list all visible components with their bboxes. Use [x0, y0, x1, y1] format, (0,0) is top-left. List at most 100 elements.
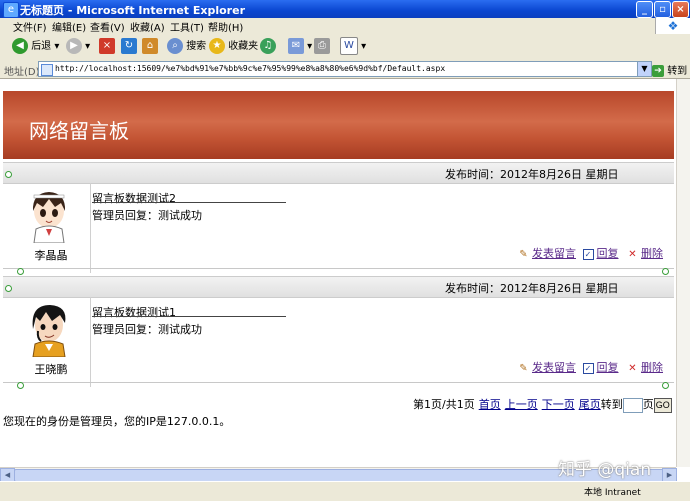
title-divider [92, 316, 286, 317]
message-body: 王晓鹏 留言板数据测试1 管理员回复：测试成功 ✎ 发表留言 ✓ 回复 ✕ 删除 [12, 297, 671, 387]
author-name: 王晓鹏 [34, 363, 68, 376]
goto-label: 转到 [600, 398, 623, 411]
reply-icon: ✓ [582, 248, 594, 260]
post-message-link[interactable]: 发表留言 [532, 247, 576, 260]
avatar [32, 192, 66, 243]
page-info: 第1页/共1页 [413, 398, 475, 411]
delete-link[interactable]: 删除 [641, 247, 663, 260]
last-page-link[interactable]: 尾页 [579, 398, 601, 411]
corner-dot-icon [662, 268, 669, 275]
message-actions: ✎ 发表留言 ✓ 回复 ✕ 删除 [518, 245, 663, 261]
back-label: 后退 [31, 41, 52, 52]
message-actions: ✎ 发表留言 ✓ 回复 ✕ 删除 [518, 359, 663, 375]
page-icon [41, 64, 53, 76]
reply-link[interactable]: 回复 [597, 247, 619, 260]
menu-tools[interactable]: 工具(T) [170, 19, 204, 34]
reply-link[interactable]: 回复 [597, 361, 619, 374]
menu-help[interactable]: 帮助(H) [208, 19, 243, 34]
refresh-button[interactable]: ↻ [121, 37, 137, 57]
post-icon: ✎ [519, 248, 528, 260]
go-label: 转到 [667, 66, 688, 77]
security-zone: 本地 Intranet [584, 488, 641, 498]
delete-icon: ✕ [628, 362, 637, 374]
corner-dot-icon [5, 285, 12, 292]
home-button[interactable]: ⌂ [142, 37, 158, 57]
post-message-link[interactable]: 发表留言 [532, 361, 576, 374]
refresh-icon: ↻ [121, 38, 137, 54]
ie-page-icon: e [3, 2, 19, 18]
message-datetime: 发布时间：2012年8月26日 星期日 [445, 282, 619, 295]
favorites-label: 收藏夹 [228, 41, 259, 52]
watermark: 知乎 @qian [558, 460, 652, 480]
next-page-link[interactable]: 下一页 [542, 398, 575, 411]
search-label: 搜索 [186, 41, 207, 52]
window-title: 无标题页 - Microsoft Internet Explorer [20, 4, 245, 17]
address-input[interactable]: http://localhost:15609/%e7%bd%91%e7%bb%9… [38, 61, 638, 77]
corner-dot-icon [662, 382, 669, 389]
author-panel: 王晓鹏 [12, 297, 91, 387]
status-bar: 本地 Intranet [0, 481, 690, 501]
stop-button[interactable]: × [99, 37, 115, 57]
corner-dot-icon [17, 268, 24, 275]
message-header: 发布时间：2012年8月26日 星期日 [3, 162, 674, 184]
delete-icon: ✕ [628, 248, 637, 260]
page-suffix: 页 [642, 398, 654, 411]
menu-file[interactable]: 文件(F) [13, 19, 47, 34]
admin-reply: 管理员回复：测试成功 [92, 323, 202, 336]
page-number-input[interactable] [622, 397, 643, 413]
media-icon: ♫ [260, 38, 276, 54]
vertical-scrollbar[interactable] [676, 79, 690, 467]
author-name: 李晶晶 [34, 249, 68, 262]
address-url: http://localhost:15609/%e7%bd%91%e7%bb%9… [55, 64, 446, 73]
search-button[interactable]: ⌕ 搜索 [167, 37, 206, 57]
menu-favorites[interactable]: 收藏(A) [130, 19, 165, 34]
reply-icon: ✓ [582, 362, 594, 374]
author-panel: 李晶晶 [12, 183, 91, 273]
window-titlebar: e 无标题页 - Microsoft Internet Explorer _ ▫… [0, 0, 690, 18]
address-dropdown[interactable]: ▼ [637, 61, 652, 77]
scroll-right-icon[interactable]: ▶ [662, 468, 677, 482]
menu-edit[interactable]: 编辑(E) [52, 19, 86, 34]
go-arrow-icon: ➔ [652, 65, 664, 77]
word-icon: W [340, 37, 358, 55]
delete-link[interactable]: 删除 [641, 361, 663, 374]
minimize-button[interactable]: _ [636, 1, 653, 18]
star-icon: ★ [209, 38, 225, 54]
back-arrow-icon: ◀ [12, 38, 28, 54]
media-button[interactable]: ♫ [260, 37, 276, 57]
message-divider [3, 268, 674, 269]
mail-button[interactable]: ✉ ▾ [288, 37, 312, 57]
message-title: 留言板数据测试2 [92, 192, 176, 205]
mail-icon: ✉ [288, 38, 304, 54]
scroll-left-icon[interactable]: ◀ [0, 468, 15, 482]
page-content: 网络留言板 发布时间：2012年8月26日 星期日 李晶晶 留言板数据测试2 管… [0, 79, 676, 467]
stop-icon: × [99, 38, 115, 54]
menu-view[interactable]: 查看(V) [90, 19, 125, 34]
message-body: 李晶晶 留言板数据测试2 管理员回复：测试成功 ✎ 发表留言 ✓ 回复 ✕ 删除 [12, 183, 671, 273]
favorites-button[interactable]: ★ 收藏夹 [209, 37, 258, 57]
windows-logo-icon: ❖ [655, 18, 690, 34]
pagination: 第1页/共1页 首页 上一页 下一页 尾页转到 页 GO [413, 396, 672, 413]
forward-arrow-icon: ▶ [66, 38, 82, 54]
edit-button[interactable]: W ▾ [340, 37, 366, 57]
corner-dot-icon [17, 382, 24, 389]
address-label: 地址(D) [4, 67, 40, 78]
first-page-link[interactable]: 首页 [479, 398, 501, 411]
identity-info: 您现在的身份是管理员，您的IP是127.0.0.1。 [3, 415, 231, 428]
address-bar: 地址(D) http://localhost:15609/%e7%bd%91%e… [0, 60, 690, 79]
message-header: 发布时间：2012年8月26日 星期日 [3, 276, 674, 298]
corner-dot-icon [5, 171, 12, 178]
back-button[interactable]: ◀ 后退 ▾ [12, 37, 59, 57]
maximize-button[interactable]: ▫ [654, 1, 671, 18]
print-button[interactable]: ⎙ [314, 37, 330, 57]
title-divider [92, 202, 286, 203]
go-page-button[interactable]: GO [653, 397, 672, 413]
prev-page-link[interactable]: 上一页 [505, 398, 538, 411]
toolbar: ◀ 后退 ▾ ▶ ▾ × ↻ ⌂ ⌕ 搜索 ★ 收藏夹 ♫ ✉ ▾ ⎙ W ▾ [0, 34, 690, 61]
close-button[interactable]: × [672, 1, 689, 18]
menu-bar: 文件(F) 编辑(E) 查看(V) 收藏(A) 工具(T) 帮助(H) ❖ [0, 18, 690, 35]
search-icon: ⌕ [167, 38, 183, 54]
admin-reply: 管理员回复：测试成功 [92, 209, 202, 222]
forward-button[interactable]: ▶ ▾ [66, 37, 90, 57]
go-button[interactable]: ➔ 转到 [652, 62, 687, 77]
